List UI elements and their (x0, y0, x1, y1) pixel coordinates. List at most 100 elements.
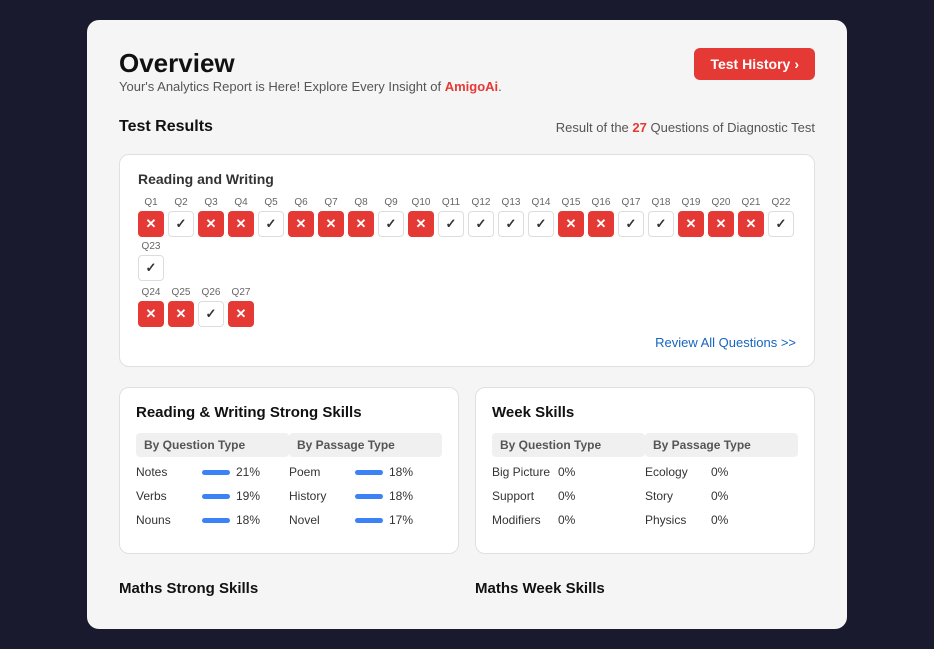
main-container: Overview Your's Analytics Report is Here… (87, 20, 847, 629)
skill-name: Poem (289, 465, 349, 479)
skill-item: Notes21% (136, 465, 289, 479)
q-box-correct[interactable]: ✓ (618, 211, 644, 237)
q-label: Q9 (384, 197, 397, 208)
skill-name: Nouns (136, 513, 196, 527)
q-label: Q1 (144, 197, 157, 208)
week-p-type-header: By Passage Type (645, 433, 798, 457)
skill-bar (355, 494, 383, 499)
question-col: Q14 ✓ (528, 197, 554, 237)
question-col: Q22 ✓ (768, 197, 794, 237)
q-box-wrong[interactable]: ✕ (288, 211, 314, 237)
question-col: Q16✕ (588, 197, 614, 237)
q-box-wrong[interactable]: ✕ (708, 211, 734, 237)
skill-item: Novel 17% (289, 513, 442, 527)
questions-row-1: Q1✕Q2✓Q3✕Q4✕Q5✓Q6✕Q7✕Q8✕Q9✓Q10✕Q11✓Q12✓Q… (138, 197, 796, 281)
question-col: Q25✕ (168, 287, 194, 327)
question-col: Q3 ✕ (198, 197, 224, 237)
test-history-label: Test History (710, 56, 790, 72)
header-row: Overview Your's Analytics Report is Here… (119, 48, 815, 112)
skill-name: Support (492, 489, 552, 503)
q-label: Q27 (232, 287, 251, 298)
question-col: Q27 ✕ (228, 287, 254, 327)
q-box-wrong[interactable]: ✕ (138, 301, 164, 327)
q-box-wrong[interactable]: ✕ (558, 211, 584, 237)
q-label: Q11 (442, 197, 460, 208)
q-box-correct[interactable]: ✓ (768, 211, 794, 237)
week-skills-inner: By Question Type Big Picture0%Support0%M… (492, 433, 798, 537)
q-label: Q14 (532, 197, 551, 208)
q-label: Q19 (682, 197, 701, 208)
strong-p-type-header: By Passage Type (289, 433, 442, 457)
question-col: Q10✕ (408, 197, 434, 237)
skill-pct: 18% (389, 465, 413, 479)
q-box-wrong[interactable]: ✕ (348, 211, 374, 237)
q-box-wrong[interactable]: ✕ (588, 211, 614, 237)
results-card: Reading and Writing Q1✕Q2✓Q3✕Q4✕Q5✓Q6✕Q7… (119, 154, 815, 367)
q-label: Q15 (562, 197, 581, 208)
q-label: Q24 (142, 287, 161, 298)
q-box-correct[interactable]: ✓ (648, 211, 674, 237)
skill-bar (202, 470, 230, 475)
q-label: Q12 (472, 197, 491, 208)
q-label: Q2 (174, 197, 187, 208)
question-col: Q11 ✓ (438, 197, 464, 237)
question-col: Q19 ✕ (678, 197, 704, 237)
q-box-wrong[interactable]: ✕ (228, 301, 254, 327)
skill-name: Novel (289, 513, 349, 527)
skill-pct: 18% (236, 513, 260, 527)
q-label: Q22 (772, 197, 791, 208)
question-col: Q15 ✕ (558, 197, 584, 237)
test-history-arrow: › (794, 56, 799, 72)
rw-title: Reading and Writing (138, 171, 796, 187)
skill-name: Modifiers (492, 513, 552, 527)
q-box-correct[interactable]: ✓ (258, 211, 284, 237)
q-box-correct[interactable]: ✓ (198, 301, 224, 327)
q-box-wrong[interactable]: ✕ (678, 211, 704, 237)
skill-pct: 21% (236, 465, 260, 479)
q-box-correct[interactable]: ✓ (378, 211, 404, 237)
q-label: Q20 (712, 197, 731, 208)
week-question-type-col: By Question Type Big Picture0%Support0%M… (492, 433, 645, 537)
question-col: Q21✕ (738, 197, 764, 237)
q-label: Q4 (234, 197, 247, 208)
week-q-types-list: Big Picture0%Support0%Modifiers0% (492, 465, 645, 527)
strong-q-types-list: Notes21% Verbs19% Nouns 18% (136, 465, 289, 527)
result-info: Result of the 27 Questions of Diagnostic… (556, 120, 815, 135)
q-box-wrong[interactable]: ✕ (738, 211, 764, 237)
test-results-section: Test Results Result of the 27 Questions … (119, 118, 815, 367)
q-box-correct[interactable]: ✓ (528, 211, 554, 237)
q-box-wrong[interactable]: ✕ (168, 301, 194, 327)
question-col: Q13✓ (498, 197, 524, 237)
maths-week-title: Maths Week Skills (475, 570, 815, 601)
skill-item: Verbs19% (136, 489, 289, 503)
test-history-button[interactable]: Test History › (694, 48, 815, 80)
question-col: Q18 ✓ (648, 197, 674, 237)
q-label: Q23 (142, 241, 161, 252)
q-box-correct[interactable]: ✓ (168, 211, 194, 237)
q-box-correct[interactable]: ✓ (468, 211, 494, 237)
question-col: Q23 ✓ (138, 241, 164, 281)
skill-item: Big Picture0% (492, 465, 645, 479)
strong-q-type-header: By Question Type (136, 433, 289, 457)
q-label: Q26 (202, 287, 221, 298)
q-label: Q3 (204, 197, 217, 208)
q-box-wrong[interactable]: ✕ (228, 211, 254, 237)
q-box-wrong[interactable]: ✕ (138, 211, 164, 237)
skill-pct: 0% (558, 513, 575, 527)
review-all-link[interactable]: Review All Questions >> (138, 335, 796, 350)
skill-pct: 17% (389, 513, 413, 527)
q-box-correct[interactable]: ✓ (138, 255, 164, 281)
q-box-correct[interactable]: ✓ (438, 211, 464, 237)
q-box-correct[interactable]: ✓ (498, 211, 524, 237)
q-box-wrong[interactable]: ✕ (318, 211, 344, 237)
question-col: Q2 ✓ (168, 197, 194, 237)
q-label: Q18 (652, 197, 671, 208)
skill-pct: 0% (711, 465, 728, 479)
q-label: Q5 (264, 197, 277, 208)
skill-bar (202, 494, 230, 499)
brand-name: AmigoAi (445, 79, 498, 94)
skill-item: Physics0% (645, 513, 798, 527)
q-box-wrong[interactable]: ✕ (408, 211, 434, 237)
q-box-wrong[interactable]: ✕ (198, 211, 224, 237)
bottom-section-titles: Maths Strong Skills Maths Week Skills (119, 570, 815, 601)
